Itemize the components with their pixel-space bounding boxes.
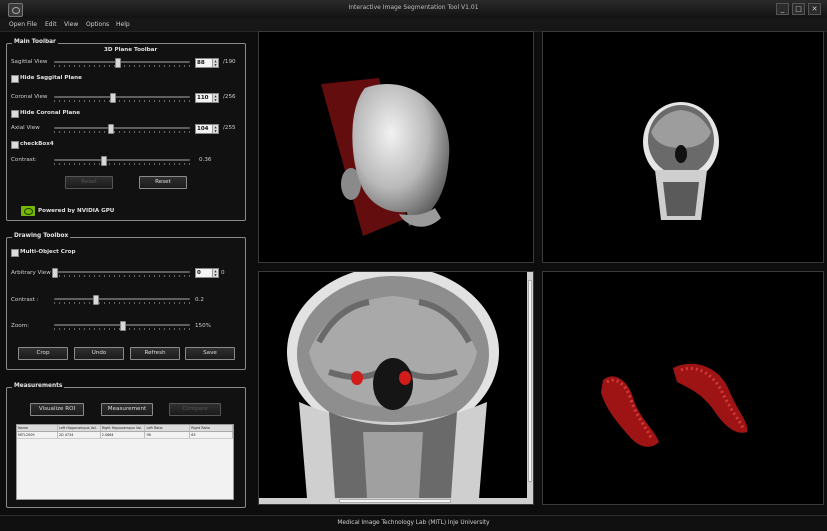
arbitrary-view-label: Arbitrary View <box>11 270 51 276</box>
sagittal-spinbox[interactable]: 88 ▲ ▼ <box>195 58 219 68</box>
main-toolbar-panel: Main Toolbar 3D Plane Toolbar Sagittal V… <box>6 39 246 221</box>
slider-handle[interactable] <box>52 268 58 278</box>
slider-handle[interactable] <box>120 321 126 331</box>
compare-button[interactable]: Compare <box>169 403 221 416</box>
zoom-value: 150% <box>195 323 211 329</box>
sagittal-max: /190 <box>223 59 236 65</box>
column-header[interactable]: Left Hippocampus Vol. <box>58 425 101 431</box>
arbitrary-view-spinbox[interactable]: 0 ▲ ▼ <box>195 268 219 278</box>
measurement-button[interactable]: Measurement <box>101 403 153 416</box>
coronal-max: /256 <box>223 94 236 100</box>
multi-object-label: Multi-Object Crop <box>20 249 76 255</box>
menu-help[interactable]: Help <box>116 21 130 28</box>
status-bar: Medical Image Technology Lab (MITL) Inje… <box>0 515 827 531</box>
menu-options[interactable]: Options <box>86 21 109 28</box>
measurements-title: Measurements <box>12 383 65 389</box>
sagittal-label: Sagittal View <box>11 59 48 65</box>
hide-sagittal-label: Hide Saggital Plane <box>20 75 82 81</box>
table-cell: 63 <box>190 432 233 438</box>
hide-coronal-label: Hide Coronal Plane <box>20 110 81 116</box>
drawing-toolbox-panel: Drawing Toolbox Multi-Object Crop Arbitr… <box>6 233 246 370</box>
coronal-spinbox[interactable]: 110 ▲ ▼ <box>195 93 219 103</box>
arbitrary-view-max: 0 <box>221 270 225 276</box>
zoom-slider[interactable] <box>54 321 190 331</box>
view-coronal-large[interactable] <box>258 266 534 505</box>
contrast-label: Contrast: <box>11 157 37 163</box>
scrollbar-thumb[interactable] <box>339 499 451 503</box>
column-header[interactable]: Right Ratio <box>190 425 233 431</box>
scrollbar-thumb[interactable] <box>528 280 532 482</box>
vertical-scrollbar[interactable] <box>527 272 533 504</box>
undo-button[interactable]: Undo <box>74 347 124 360</box>
contrast-slider[interactable] <box>54 156 190 166</box>
multi-object-checkbox[interactable] <box>11 249 19 257</box>
coronal-slider[interactable] <box>54 93 190 103</box>
view-3d[interactable] <box>258 31 534 263</box>
column-header[interactable]: Left Ratio <box>145 425 191 431</box>
measurements-panel: Measurements Visualize ROI Measurement C… <box>6 383 246 508</box>
nvidia-logo-icon <box>21 206 35 216</box>
minimize-button[interactable]: _ <box>776 3 789 15</box>
menu-view[interactable]: View <box>64 21 78 28</box>
maximize-button[interactable]: □ <box>792 3 805 15</box>
checkbox4-label: checkBox4 <box>20 141 54 147</box>
coronal-slice-small <box>643 102 719 220</box>
coronal-slice-large <box>287 266 499 498</box>
view-coronal-small[interactable] <box>542 31 824 263</box>
hide-coronal-checkbox[interactable] <box>11 110 19 118</box>
main-toolbar-title: Main Toolbar <box>12 39 58 45</box>
window-title: Interactive Image Segmentation Tool V1.0… <box>348 4 479 11</box>
table-header: Name Left Hippocampus Vol. Right Hippoca… <box>17 425 233 432</box>
drawing-contrast-value: 0.2 <box>195 297 204 303</box>
horizontal-scrollbar[interactable] <box>259 498 527 504</box>
menu-open-file[interactable]: Open File <box>9 21 37 28</box>
view-segmentation[interactable] <box>542 271 824 505</box>
reset-left-button[interactable]: Reset <box>65 176 113 189</box>
left-hippocampus-marker <box>351 371 363 385</box>
refresh-button[interactable]: Refresh <box>130 347 180 360</box>
save-button[interactable]: Save <box>185 347 235 360</box>
column-header[interactable]: Name <box>17 425 58 431</box>
table-cell: 96 <box>145 432 191 438</box>
slider-handle[interactable] <box>92 295 99 305</box>
drawing-contrast-label: Contrast : <box>11 297 39 303</box>
slider-handle[interactable] <box>107 124 114 134</box>
powered-by-label: Powered by NVIDIA GPU <box>38 208 115 214</box>
plane-toolbar-subtitle: 3D Plane Toolbar <box>104 47 158 53</box>
slider-handle[interactable] <box>100 156 107 166</box>
table-cell: MITL2009 <box>17 432 58 438</box>
contrast-value: 0.36 <box>199 157 212 163</box>
axial-max: /255 <box>223 125 236 131</box>
reset-button[interactable]: Reset <box>139 176 187 189</box>
slider-handle[interactable] <box>114 58 121 68</box>
hide-sagittal-checkbox[interactable] <box>11 75 19 83</box>
axial-slider[interactable] <box>54 124 190 134</box>
right-hippocampus-marker <box>399 371 411 385</box>
axial-label: Axial View <box>11 125 40 131</box>
column-header[interactable]: Right Hippocampus Vol. <box>101 425 146 431</box>
title-bar: Interactive Image Segmentation Tool V1.0… <box>0 0 827 19</box>
table-row[interactable]: MITL2009 2D 4734 2.0664 96 63 <box>17 432 233 439</box>
hippocampus-segmentation-render <box>601 363 748 447</box>
axial-spinbox[interactable]: 104 ▲ ▼ <box>195 124 219 134</box>
menu-bar: Open File Edit View Options Help <box>0 18 827 32</box>
arbitrary-view-slider[interactable] <box>52 268 190 278</box>
measurements-table[interactable]: Name Left Hippocampus Vol. Right Hippoca… <box>16 424 234 500</box>
drawing-contrast-slider[interactable] <box>54 295 190 305</box>
crop-button[interactable]: Crop <box>18 347 68 360</box>
coronal-label: Coronal View <box>11 94 48 100</box>
menu-edit[interactable]: Edit <box>45 21 57 28</box>
checkbox4[interactable] <box>11 141 19 149</box>
head-3d-render <box>321 78 450 236</box>
slider-handle[interactable] <box>110 93 117 103</box>
visualize-roi-button[interactable]: Visualize ROI <box>30 403 84 416</box>
sagittal-slider[interactable] <box>54 58 190 68</box>
zoom-label: Zoom: <box>11 323 30 329</box>
drawing-toolbox-title: Drawing Toolbox <box>12 233 71 239</box>
close-button[interactable]: ✕ <box>808 3 821 15</box>
table-cell: 2.0664 <box>101 432 146 438</box>
table-cell: 2D 4734 <box>58 432 101 438</box>
status-text: Medical Image Technology Lab (MITL) Inje… <box>337 520 490 526</box>
